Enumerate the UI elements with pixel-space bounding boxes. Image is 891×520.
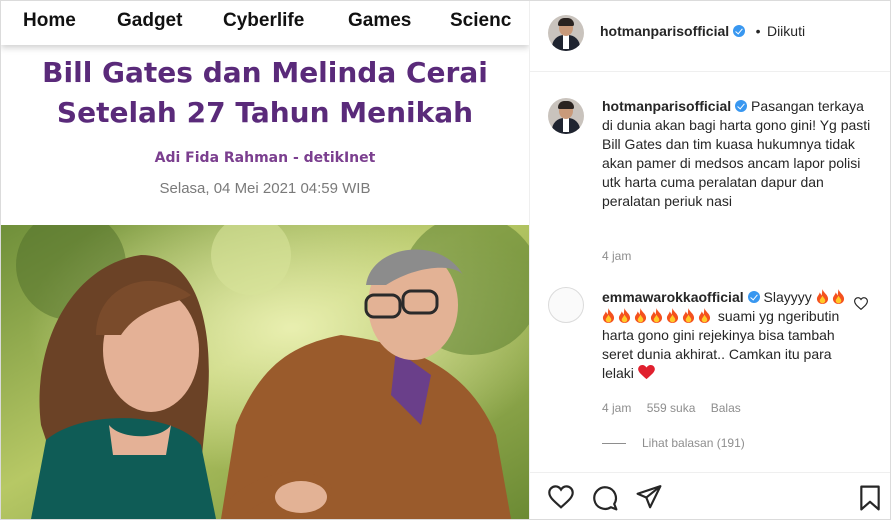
nav-home: Home xyxy=(23,10,76,31)
article-byline: Adi Fida Rahman - detikInet xyxy=(154,150,376,166)
fire-emoji-icon xyxy=(698,308,711,323)
comment-reply-button[interactable]: Balas xyxy=(711,401,741,415)
separator-dot: • xyxy=(755,23,761,39)
fire-emoji-icon xyxy=(666,308,679,323)
caption-avatar[interactable] xyxy=(548,98,584,134)
fire-emoji-icon xyxy=(682,308,695,323)
caption-username[interactable]: hotmanparisofficial xyxy=(602,98,731,114)
comments-list[interactable]: hotmanparisofficial Pasangan terkaya di … xyxy=(530,72,890,472)
post-action-bar xyxy=(530,472,890,519)
photo-bill-and-melinda xyxy=(1,225,529,519)
article-nav-bar: Home Gadget Cyberlife Games Scienc xyxy=(1,1,529,45)
fire-emoji-icon xyxy=(618,308,631,323)
caption-text: Pasangan terkaya di dunia akan bagi hart… xyxy=(602,98,871,209)
verified-badge-icon xyxy=(735,100,748,112)
heart-outline-icon[interactable] xyxy=(548,485,574,509)
nav-gadget: Gadget xyxy=(117,10,183,31)
verified-badge-icon xyxy=(733,25,746,37)
commenter-avatar[interactable] xyxy=(548,287,584,323)
comment-username[interactable]: emmawarokkaofficial xyxy=(602,289,744,305)
nav-cyberlife: Cyberlife xyxy=(223,10,305,31)
post-side-panel: hotmanparisofficial • Diikuti hotmanpari… xyxy=(529,1,890,519)
caption-text-block: hotmanparisofficial Pasangan terkaya di … xyxy=(602,97,872,211)
fire-emoji-icon xyxy=(602,308,615,323)
comment-likes[interactable]: 559 suka xyxy=(647,401,696,415)
caption-meta: 4 jam xyxy=(602,249,643,263)
post-image[interactable]: Bill Gates dan Melinda Cerai Setelah 27 … xyxy=(1,1,529,519)
paper-plane-icon[interactable] xyxy=(636,485,662,509)
fire-emoji-icon xyxy=(832,289,844,304)
header-username[interactable]: hotmanparisofficial xyxy=(600,23,729,39)
comment-bubble-icon[interactable] xyxy=(592,485,618,511)
bookmark-icon[interactable] xyxy=(859,485,881,511)
view-replies-label: Lihat balasan (191) xyxy=(642,436,745,450)
verified-badge-icon xyxy=(747,291,760,303)
nav-games: Games xyxy=(348,10,412,31)
replies-divider-line xyxy=(602,443,626,445)
fire-emoji-icon xyxy=(634,308,647,323)
comment-like-heart-icon[interactable] xyxy=(854,297,868,310)
caption-time[interactable]: 4 jam xyxy=(602,249,631,263)
instagram-post-window: Bill Gates dan Melinda Cerai Setelah 27 … xyxy=(0,0,891,520)
view-replies-button[interactable]: Lihat balasan (191) xyxy=(602,436,745,450)
headline-line-1: Bill Gates dan Melinda Cerai xyxy=(42,56,488,89)
article-headline: Bill Gates dan Melinda Cerai Setelah 27 … xyxy=(1,53,529,133)
red-heart-emoji-icon xyxy=(638,365,655,380)
comment-time[interactable]: 4 jam xyxy=(602,401,631,415)
fire-emoji-icon xyxy=(650,308,663,323)
comment-meta: 4 jam 559 suka Balas xyxy=(602,401,753,415)
article-date: Selasa, 04 Mei 2021 04:59 WIB xyxy=(159,180,371,197)
fire-emoji-icon xyxy=(816,289,828,304)
comment-text-start: Slayyyy xyxy=(763,289,812,305)
avatar[interactable] xyxy=(548,15,584,51)
follow-status-button[interactable]: Diikuti xyxy=(767,23,805,39)
comment-text-block: emmawarokkaofficial Slayyyy suami yg nge… xyxy=(602,288,852,383)
post-header: hotmanparisofficial • Diikuti xyxy=(530,1,890,72)
article-header: Bill Gates dan Melinda Cerai Setelah 27 … xyxy=(1,45,529,225)
headline-line-2: Setelah 27 Tahun Menikah xyxy=(56,96,474,129)
nav-science: Scienc xyxy=(450,10,512,31)
header-user-line: hotmanparisofficial • Diikuti xyxy=(600,23,805,41)
